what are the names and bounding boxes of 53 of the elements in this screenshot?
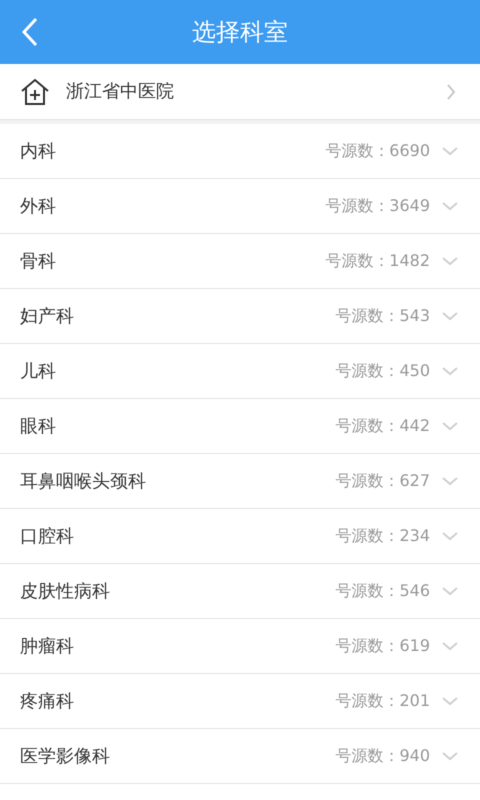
department-name: 儿科 [20,360,56,384]
department-row[interactable]: 眼科 号源数：442 [0,399,480,454]
department-name: 疼痛科 [20,690,74,714]
chevron-down-icon [442,366,458,376]
department-name: 皮肤性病科 [20,580,110,604]
page-title: 选择科室 [192,17,288,48]
chevron-down-icon [442,476,458,486]
department-name: 耳鼻咽喉头颈科 [20,470,146,494]
chevron-down-icon [442,751,458,761]
department-row[interactable]: 口腔科 号源数：234 [0,509,480,564]
source-count: 号源数：619 [335,635,430,657]
source-count: 号源数：3649 [325,195,430,217]
department-name: 眼科 [20,414,56,438]
source-count: 号源数：442 [335,415,430,437]
department-row[interactable]: 外科 号源数：3649 [0,179,480,234]
department-name: 肿瘤科 [20,634,74,658]
chevron-down-icon [442,146,458,156]
chevron-right-icon [446,84,456,100]
chevron-down-icon [442,311,458,321]
department-row[interactable]: 肿瘤科 号源数：619 [0,619,480,674]
chevron-down-icon [442,201,458,211]
chevron-down-icon [442,641,458,651]
source-count: 号源数：543 [335,305,430,327]
department-name: 内科 [20,140,56,164]
source-count: 号源数：940 [335,745,430,767]
hospital-icon [20,76,50,106]
source-count: 号源数：6690 [325,140,430,162]
hospital-name: 浙江省中医院 [66,80,174,104]
chevron-down-icon [442,421,458,431]
department-row[interactable]: 耳鼻咽喉头颈科 号源数：627 [0,454,480,509]
department-row[interactable]: 骨科 号源数：1482 [0,234,480,289]
department-row[interactable]: 皮肤性病科 号源数：546 [0,564,480,619]
department-name: 医学影像科 [20,744,110,768]
department-row[interactable]: 妇产科 号源数：543 [0,289,480,344]
department-name: 妇产科 [20,304,74,328]
back-icon [20,17,40,47]
department-row[interactable]: 儿科 号源数：450 [0,344,480,399]
department-row[interactable]: 医学影像科 号源数：940 [0,729,480,784]
department-row[interactable]: 内科 号源数：6690 [0,124,480,179]
department-name: 口腔科 [20,524,74,548]
source-count: 号源数：234 [335,525,430,547]
department-row[interactable]: 疼痛科 号源数：201 [0,674,480,729]
department-name: 骨科 [20,250,56,274]
department-name: 外科 [20,194,56,218]
chevron-down-icon [442,696,458,706]
source-count: 号源数：627 [335,470,430,492]
chevron-down-icon [442,256,458,266]
chevron-down-icon [442,586,458,596]
source-count: 号源数：450 [335,360,430,382]
source-count: 号源数：546 [335,580,430,602]
source-count: 号源数：201 [335,690,430,712]
source-count: 号源数：1482 [325,250,430,272]
chevron-down-icon [442,531,458,541]
